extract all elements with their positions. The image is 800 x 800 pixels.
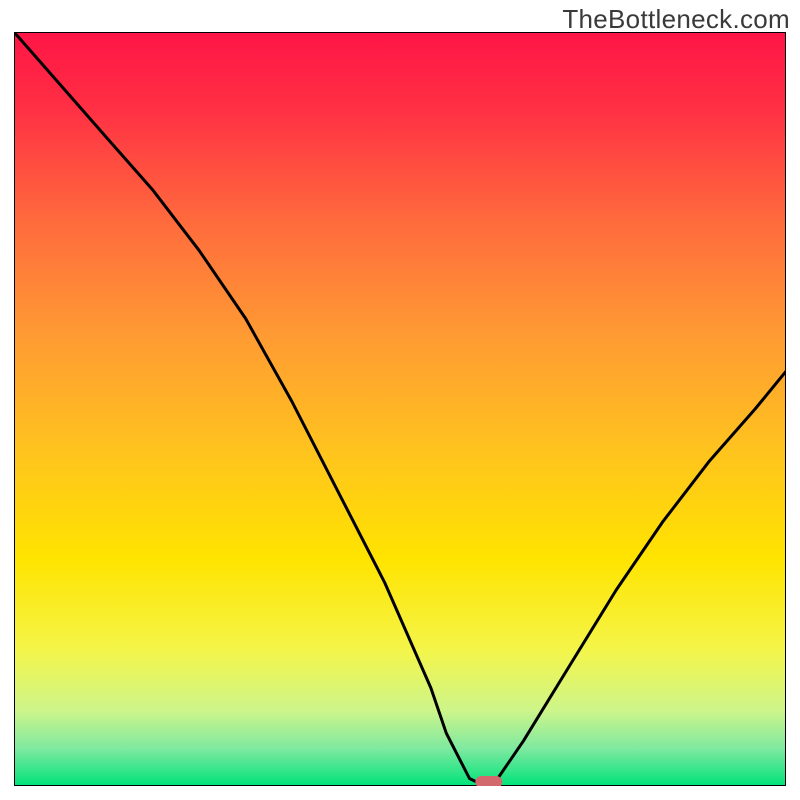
watermark-text: TheBottleneck.com — [562, 4, 790, 35]
plot-area — [14, 32, 786, 786]
minimum-marker — [475, 776, 502, 786]
chart-container: TheBottleneck.com — [0, 0, 800, 800]
gradient-background — [14, 32, 786, 786]
chart-svg — [14, 32, 786, 786]
